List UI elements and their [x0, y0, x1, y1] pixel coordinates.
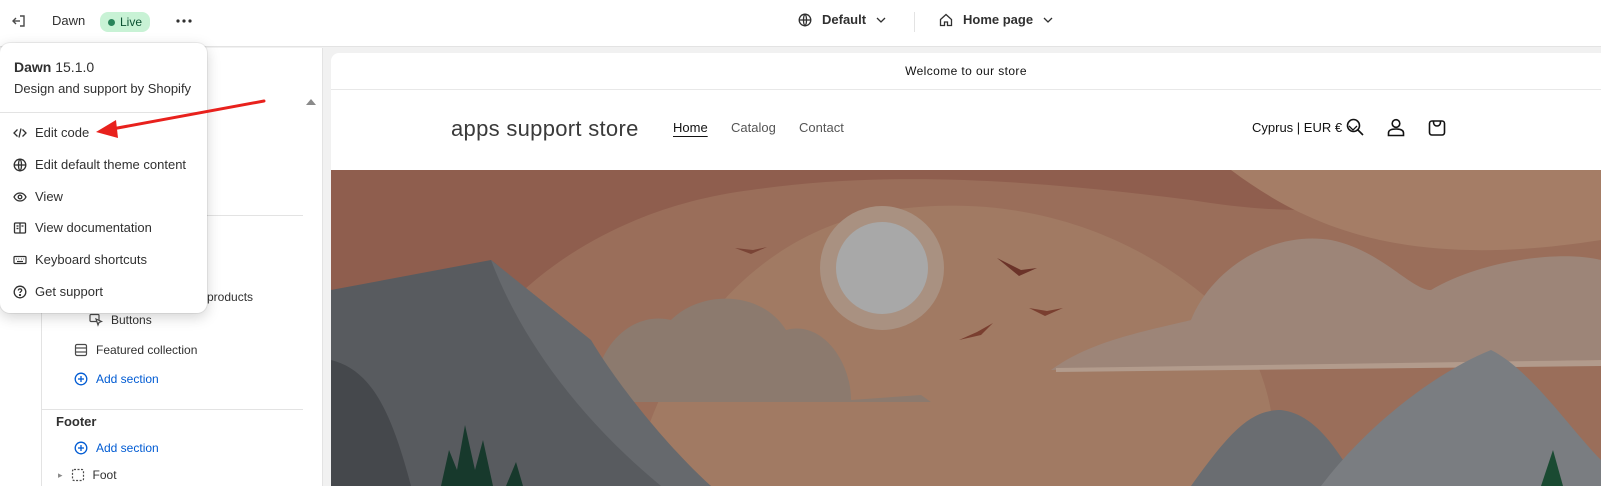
- chevron-down-icon: [1043, 17, 1053, 23]
- account-button[interactable]: [1384, 115, 1408, 139]
- exit-button[interactable]: [8, 10, 30, 32]
- sidebar-section-featured-collection[interactable]: Featured collection: [74, 343, 197, 357]
- sidebar-section-label: Featured collection: [96, 343, 198, 357]
- template-selector-label: Default: [822, 12, 867, 27]
- globe-icon: [13, 157, 27, 172]
- footer-group-heading: Footer: [56, 414, 97, 429]
- menu-item-view-documentation[interactable]: View documentation: [13, 220, 152, 235]
- menu-item-label: Edit code: [35, 125, 90, 140]
- add-section-button[interactable]: Add section: [74, 372, 159, 386]
- sidebar-item-products-partial[interactable]: products: [207, 290, 253, 304]
- sidebar-block-buttons[interactable]: Buttons: [89, 313, 152, 327]
- announcement-bar: Welcome to our store: [331, 53, 1601, 90]
- add-section-label: Add section: [96, 441, 159, 455]
- theme-actions-menu: Dawn 15.1.0 Design and support by Shopif…: [0, 43, 207, 313]
- globe-icon: [798, 12, 812, 27]
- search-button[interactable]: [1343, 115, 1367, 139]
- sidebar-section-label: Foot: [92, 468, 117, 482]
- popover-divider: [0, 112, 207, 113]
- live-status-badge: Live: [100, 12, 151, 32]
- menu-item-edit-default-theme-content[interactable]: Edit default theme content: [13, 157, 186, 172]
- eye-icon: [13, 191, 27, 202]
- plus-circle-icon: [74, 441, 88, 455]
- menu-item-keyboard-shortcuts[interactable]: Keyboard shortcuts: [13, 252, 147, 267]
- collapse-caret-icon[interactable]: [306, 99, 316, 105]
- menu-item-view[interactable]: View: [13, 189, 63, 204]
- cart-button[interactable]: [1425, 115, 1449, 139]
- store-name[interactable]: apps support store: [451, 116, 639, 142]
- currency-label: Cyprus | EUR €: [1252, 120, 1343, 135]
- menu-item-label: View documentation: [35, 220, 152, 235]
- page-selector-label: Home page: [963, 12, 1034, 27]
- chevron-down-icon: [876, 17, 886, 23]
- user-icon: [1387, 118, 1405, 137]
- popover-theme-subtitle: Design and support by Shopify: [14, 81, 192, 96]
- popover-theme-title: Dawn 15.1.0: [14, 59, 94, 75]
- menu-item-get-support[interactable]: Get support: [13, 284, 103, 299]
- popover-theme-name: Dawn: [14, 59, 52, 75]
- menu-item-label: Edit default theme content: [35, 157, 187, 172]
- keyboard-icon: [13, 255, 27, 264]
- topbar-divider: [914, 12, 915, 32]
- template-selector[interactable]: Default: [798, 12, 886, 27]
- editor-topbar: Dawn Live Default Home page: [0, 0, 1601, 47]
- menu-item-edit-code[interactable]: Edit code: [13, 125, 89, 140]
- more-horizontal-icon: [176, 19, 192, 23]
- code-icon: [13, 127, 27, 138]
- live-dot-icon: [108, 18, 115, 26]
- nav-link-contact[interactable]: Contact: [799, 120, 844, 135]
- more-actions-button[interactable]: [172, 10, 196, 32]
- storefront-preview: Welcome to our store apps support store …: [331, 53, 1601, 486]
- question-icon: [13, 285, 27, 298]
- menu-item-label: Get support: [35, 284, 103, 299]
- exit-icon: [12, 15, 25, 27]
- sidebar-group-divider: [41, 409, 303, 410]
- plus-circle-icon: [74, 372, 88, 386]
- search-icon: [1346, 118, 1364, 136]
- nav-link-home[interactable]: Home: [673, 120, 708, 135]
- nav-link-catalog[interactable]: Catalog: [731, 120, 776, 135]
- popover-theme-version: 15.1.0: [55, 59, 95, 75]
- menu-item-label: Keyboard shortcuts: [35, 252, 148, 267]
- add-section-label: Add section: [96, 372, 159, 386]
- sidebar-item-label: products: [207, 290, 254, 304]
- book-icon: [13, 221, 27, 234]
- collection-icon: [74, 343, 88, 357]
- home-icon: [939, 13, 953, 26]
- sidebar-block-label: Buttons: [111, 313, 152, 327]
- page-selector[interactable]: Home page: [939, 12, 1053, 27]
- menu-item-label: View: [35, 189, 63, 204]
- live-badge-label: Live: [120, 15, 143, 29]
- shopping-bag-icon: [1428, 120, 1446, 136]
- theme-name: Dawn: [52, 13, 86, 28]
- add-footer-section-button[interactable]: Add section: [74, 441, 159, 455]
- section-icon: [71, 468, 84, 482]
- hero-banner-image: [331, 170, 1601, 486]
- cursor-click-icon: [89, 313, 103, 327]
- sidebar-section-footer[interactable]: ▸ Foot: [58, 468, 117, 482]
- expand-caret-icon: ▸: [58, 469, 63, 480]
